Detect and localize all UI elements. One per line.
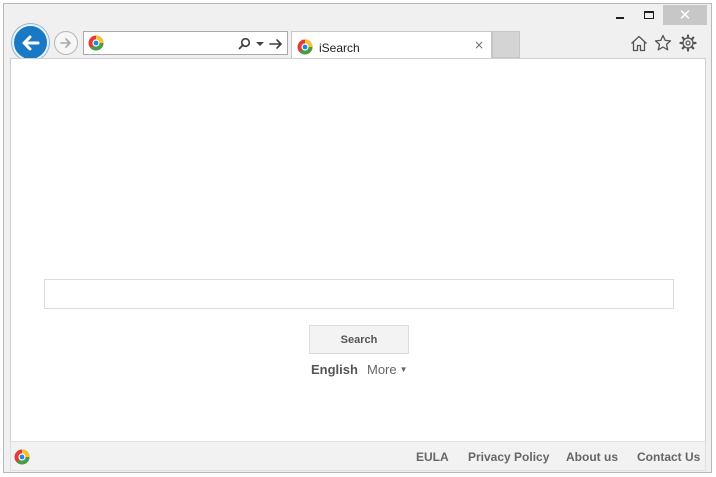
- search-input[interactable]: [44, 279, 674, 309]
- language-link[interactable]: English: [311, 362, 358, 377]
- star-icon: [654, 34, 672, 51]
- dropdown-arrow-icon: ▼: [399, 365, 408, 374]
- chevron-down-icon: [256, 41, 264, 46]
- address-dropdown-button[interactable]: [254, 35, 266, 52]
- favorites-button[interactable]: [652, 32, 674, 54]
- back-arrow-icon: [22, 35, 39, 50]
- gear-icon: [679, 34, 697, 52]
- browser-window: ✕ iSearch × Search English More ▼ EULA P…: [3, 3, 712, 473]
- site-logo-icon: [14, 449, 30, 465]
- maximize-button[interactable]: [634, 5, 664, 25]
- footer-link-privacy-policy[interactable]: Privacy Policy: [468, 450, 549, 464]
- footer-link-eula[interactable]: EULA: [416, 450, 449, 464]
- back-button[interactable]: [12, 24, 49, 61]
- page-content: Search English More ▼: [10, 58, 706, 441]
- close-button[interactable]: ✕: [663, 5, 707, 25]
- forward-button[interactable]: [54, 31, 78, 55]
- address-search-button[interactable]: [236, 35, 252, 52]
- site-favicon-icon: [88, 35, 104, 51]
- more-languages-dropdown[interactable]: More ▼: [367, 362, 408, 377]
- footer-link-contact-us[interactable]: Contact Us: [637, 450, 700, 464]
- search-button[interactable]: Search: [309, 325, 409, 354]
- minimize-icon: [616, 17, 624, 19]
- new-tab-button[interactable]: [492, 31, 520, 58]
- tab-title: iSearch: [319, 41, 360, 55]
- footer-link-about-us[interactable]: About us: [566, 450, 618, 464]
- go-arrow-icon: [269, 38, 282, 49]
- address-bar: [83, 31, 288, 55]
- site-favicon-icon: [297, 39, 313, 55]
- tab-close-icon[interactable]: ×: [472, 38, 486, 52]
- settings-button[interactable]: [677, 32, 699, 54]
- search-icon: [238, 37, 250, 50]
- close-icon: ✕: [678, 5, 692, 24]
- minimize-button[interactable]: [605, 5, 635, 25]
- more-label: More: [367, 362, 397, 377]
- page-footer: EULA Privacy Policy About us Contact Us: [10, 441, 706, 471]
- home-icon: [631, 35, 647, 51]
- home-button[interactable]: [628, 32, 650, 54]
- go-button[interactable]: [267, 35, 285, 52]
- tab-isearch[interactable]: iSearch ×: [291, 31, 492, 60]
- maximize-icon: [644, 11, 654, 19]
- address-input[interactable]: [108, 34, 228, 52]
- forward-arrow-icon: [60, 38, 71, 48]
